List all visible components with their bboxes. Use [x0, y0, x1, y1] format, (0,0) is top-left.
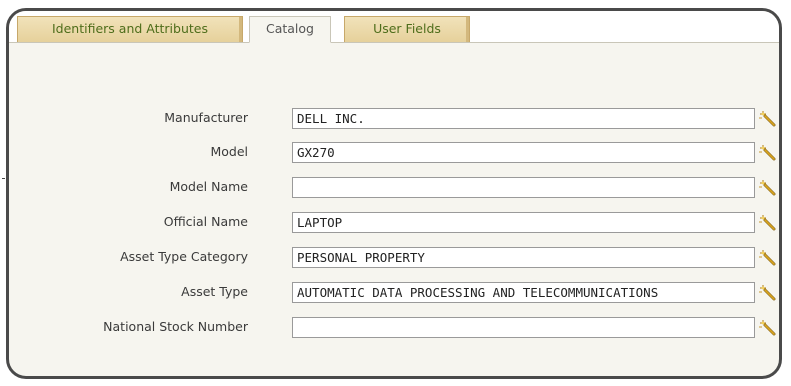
model-name-lookup-icon[interactable] [757, 179, 777, 197]
tab-user-fields[interactable]: User Fields [344, 16, 470, 42]
asset-type-lookup-icon[interactable] [757, 284, 777, 302]
magic-wand-icon [759, 285, 776, 301]
national-stock-number-lookup-icon[interactable] [757, 319, 777, 337]
magic-wand-icon [759, 180, 776, 196]
official-name-label: Official Name [163, 214, 248, 229]
model-field[interactable]: GX270 [292, 142, 755, 163]
form-row-asset-type-category: Asset Type Category PERSONAL PROPERTY [9, 247, 779, 269]
form-row-manufacturer: Manufacturer DELL INC. [9, 108, 779, 130]
official-name-lookup-icon[interactable] [757, 214, 777, 232]
form-row-model-name: Model Name [9, 177, 779, 199]
national-stock-number-label: National Stock Number [103, 319, 248, 334]
manufacturer-label: Manufacturer [164, 110, 248, 125]
tab-identifiers-and-attributes[interactable]: Identifiers and Attributes [17, 16, 243, 42]
tab-catalog[interactable]: Catalog [249, 16, 331, 43]
magic-wand-icon [759, 215, 776, 231]
tab-bar: Identifiers and Attributes Catalog User … [9, 11, 779, 43]
national-stock-number-field[interactable] [292, 317, 755, 338]
edge-tick-mark [2, 178, 5, 179]
catalog-panel: Identifiers and Attributes Catalog User … [6, 8, 782, 379]
manufacturer-field[interactable]: DELL INC. [292, 108, 755, 129]
magic-wand-icon [759, 250, 776, 266]
magic-wand-icon [759, 111, 776, 127]
model-lookup-icon[interactable] [757, 144, 777, 162]
model-name-label: Model Name [169, 179, 248, 194]
form-row-asset-type: Asset Type AUTOMATIC DATA PROCESSING AND… [9, 282, 779, 304]
magic-wand-icon [759, 320, 776, 336]
asset-type-field[interactable]: AUTOMATIC DATA PROCESSING AND TELECOMMUN… [292, 282, 755, 303]
form-row-model: Model GX270 [9, 142, 779, 164]
asset-type-category-label: Asset Type Category [120, 249, 248, 264]
asset-type-category-lookup-icon[interactable] [757, 249, 777, 267]
asset-type-label: Asset Type [181, 284, 248, 299]
manufacturer-lookup-icon[interactable] [757, 110, 777, 128]
form-row-official-name: Official Name LAPTOP [9, 212, 779, 234]
model-name-field[interactable] [292, 177, 755, 198]
form-row-national-stock-number: National Stock Number [9, 317, 779, 339]
asset-type-category-field[interactable]: PERSONAL PROPERTY [292, 247, 755, 268]
magic-wand-icon [759, 145, 776, 161]
official-name-field[interactable]: LAPTOP [292, 212, 755, 233]
model-label: Model [210, 144, 248, 159]
